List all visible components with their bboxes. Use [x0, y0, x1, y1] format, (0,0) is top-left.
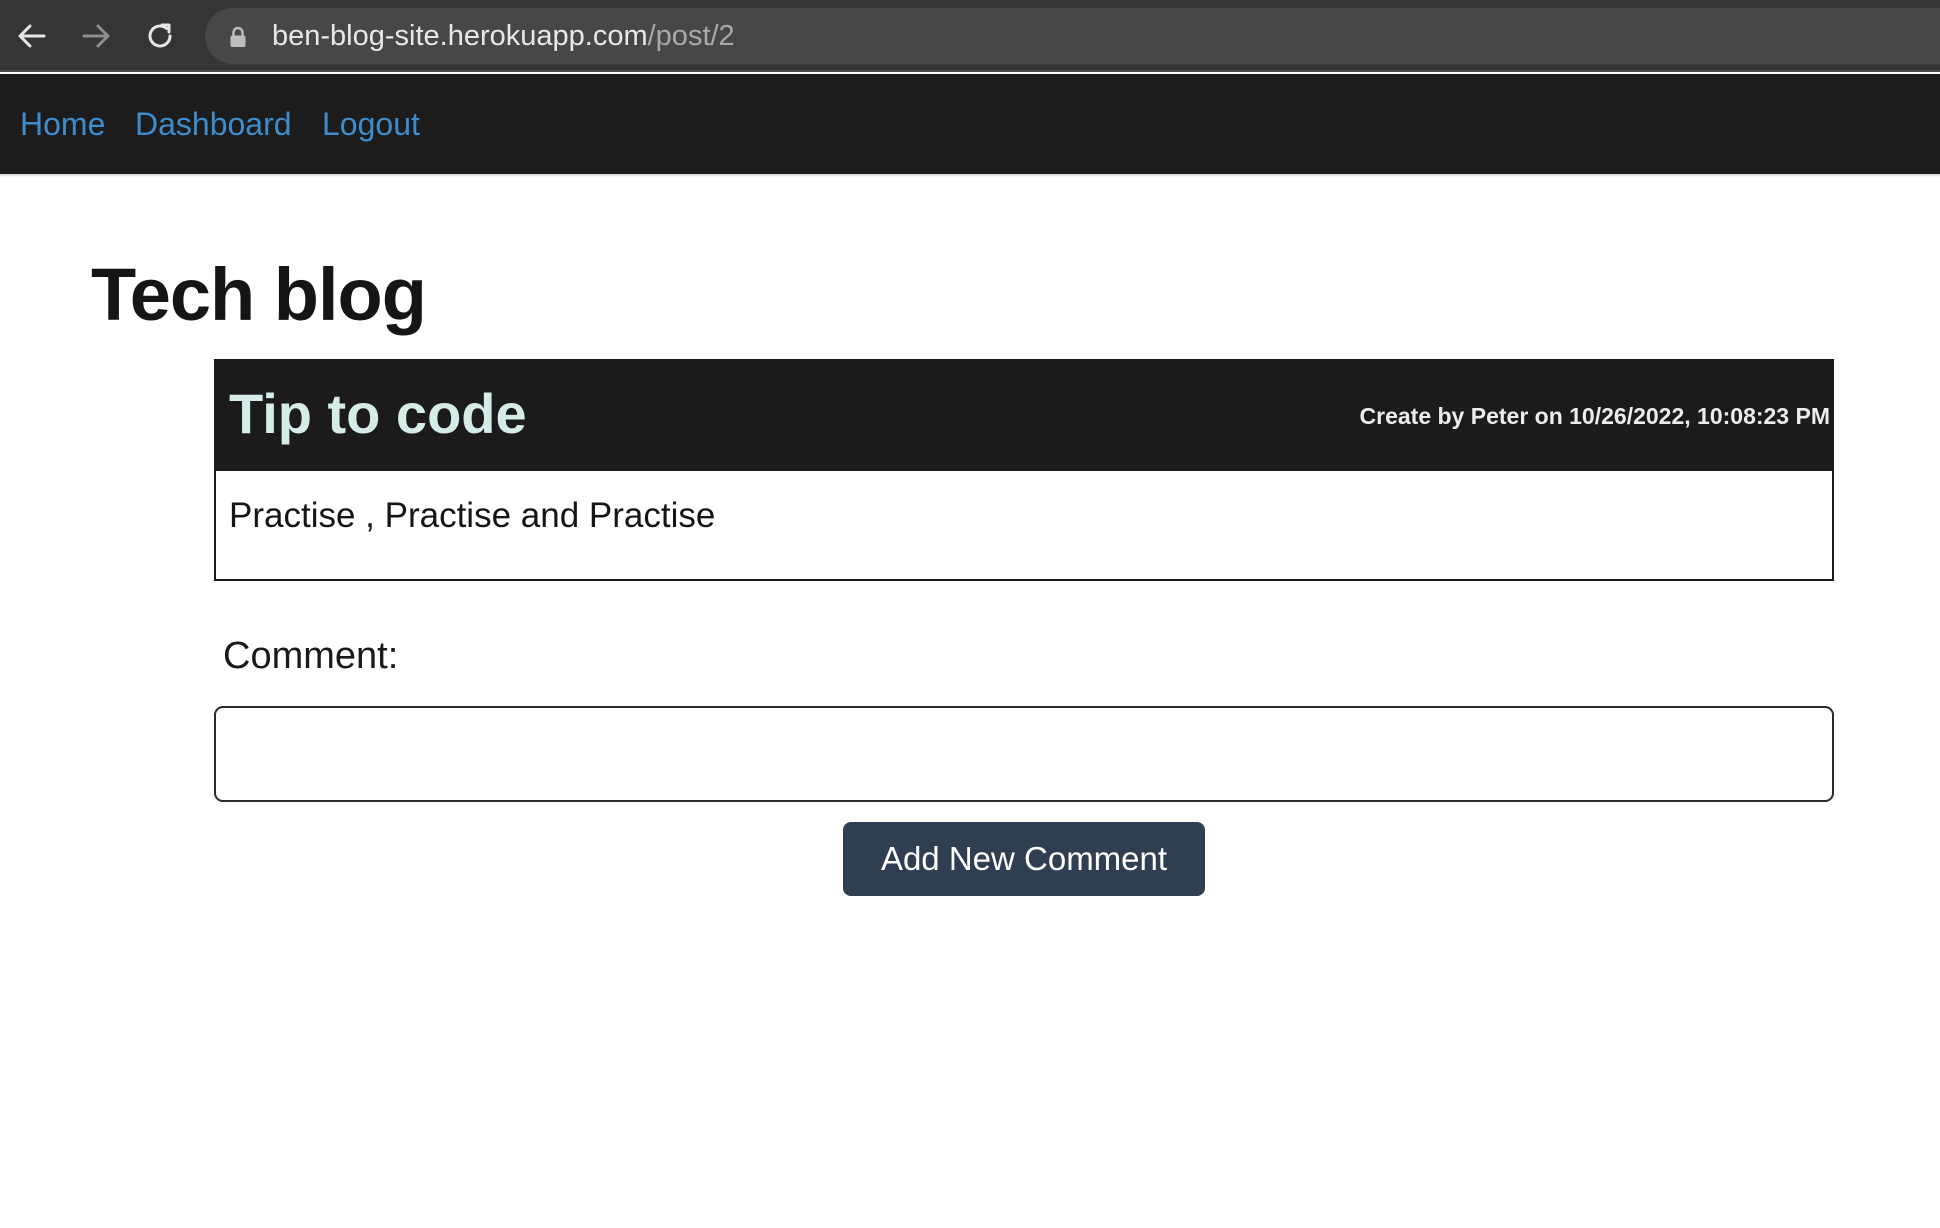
forward-arrow-icon	[82, 24, 110, 48]
comment-input[interactable]	[214, 706, 1834, 802]
add-comment-button[interactable]: Add New Comment	[843, 822, 1205, 896]
back-arrow-icon	[18, 24, 46, 48]
url-text: ben-blog-site.herokuapp.com/post/2	[272, 8, 735, 64]
reload-button[interactable]	[142, 14, 178, 58]
url-path: /post/2	[647, 20, 735, 52]
navbar-divider	[0, 174, 1940, 177]
browser-toolbar: ben-blog-site.herokuapp.com/post/2	[0, 0, 1940, 72]
nav-link-dashboard[interactable]: Dashboard	[135, 74, 292, 174]
post-header: Tip to code Create by Peter on 10/26/202…	[216, 361, 1832, 471]
page-title: Tech blog	[91, 253, 427, 336]
post-title: Tip to code	[229, 382, 527, 445]
post-body: Practise , Practise and Practise	[229, 496, 716, 535]
post-card: Tip to code Create by Peter on 10/26/202…	[214, 359, 1834, 581]
back-button[interactable]	[14, 14, 50, 58]
url-host: ben-blog-site.herokuapp.com	[272, 20, 648, 52]
lock-icon	[230, 26, 246, 47]
nav-link-logout[interactable]: Logout	[322, 74, 420, 174]
comment-label: Comment:	[223, 635, 399, 677]
site-navbar: Home Dashboard Logout	[0, 74, 1940, 174]
forward-button[interactable]	[78, 14, 114, 58]
post-meta: Create by Peter on 10/26/2022, 10:08:23 …	[1359, 403, 1830, 429]
address-bar[interactable]: ben-blog-site.herokuapp.com/post/2	[205, 8, 1940, 64]
reload-icon	[148, 23, 172, 48]
nav-link-home[interactable]: Home	[20, 74, 105, 174]
